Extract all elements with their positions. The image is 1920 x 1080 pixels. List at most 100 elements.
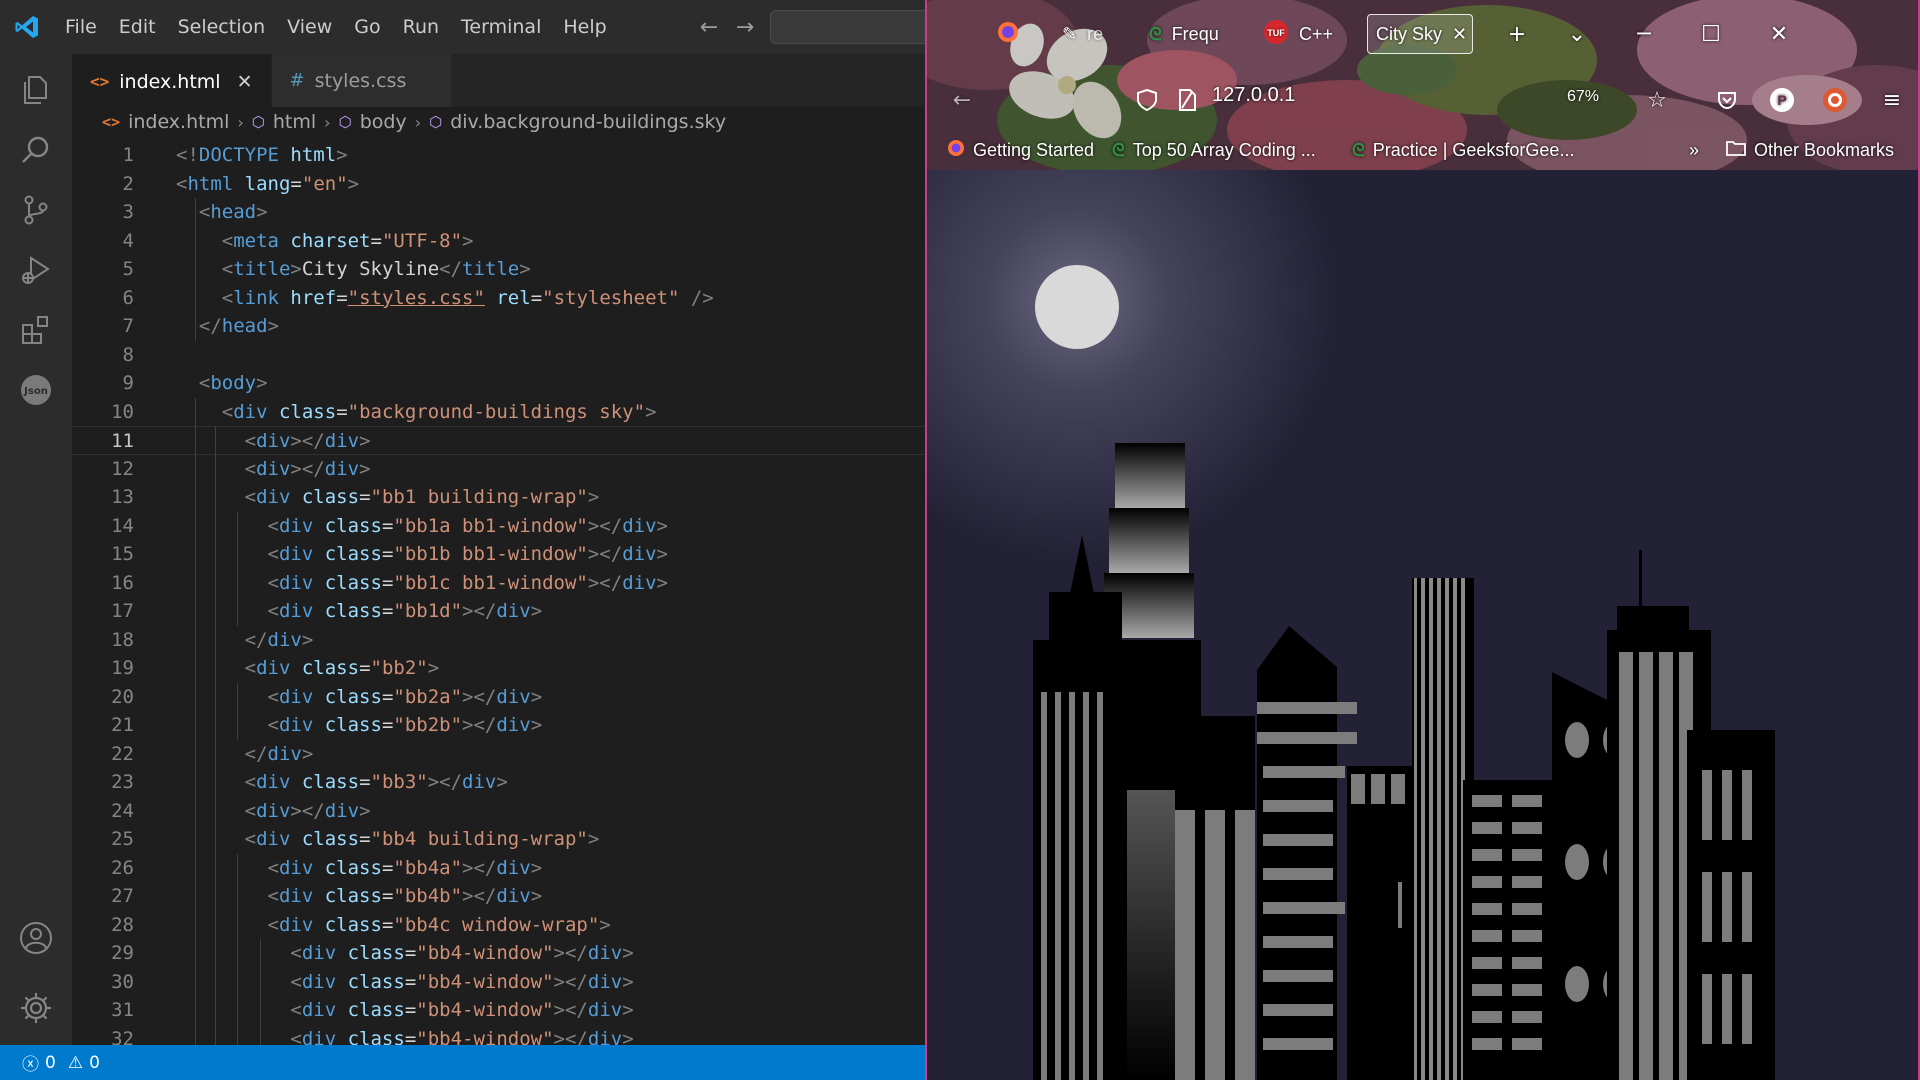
- bookmark-top-50-array[interactable]: ᘓ Top 50 Array Coding ...: [1112, 134, 1316, 166]
- code-line[interactable]: 13 <div class="bb1 building-wrap">: [72, 483, 925, 512]
- breadcrumb-item[interactable]: div.background-buildings.sky: [450, 111, 726, 133]
- code-line[interactable]: 25 <div class="bb4 building-wrap">: [72, 825, 925, 854]
- line-number: 3: [122, 201, 134, 223]
- command-center-search[interactable]: [770, 10, 925, 44]
- symbol-element-icon: ⬡: [429, 113, 443, 131]
- menu-item-view[interactable]: View: [276, 0, 343, 54]
- code-line[interactable]: 11 <div></div>: [72, 426, 925, 455]
- new-tab-button[interactable]: +: [1497, 14, 1537, 54]
- back-arrow-icon[interactable]: ←: [942, 80, 982, 120]
- code-line[interactable]: 21 <div class="bb2b"></div>: [72, 711, 925, 740]
- code-line[interactable]: 5 <title>City Skyline</title>: [72, 255, 925, 284]
- error-icon[interactable]: ⓧ: [22, 1050, 39, 1075]
- browser-tab-active[interactable]: City Sky ✕: [1367, 14, 1473, 54]
- settings-gear-icon[interactable]: [0, 972, 72, 1044]
- menu-item-help[interactable]: Help: [552, 0, 617, 54]
- code-line[interactable]: 3 <head>: [72, 198, 925, 227]
- code-line[interactable]: 26 <div class="bb4a"></div>: [72, 854, 925, 883]
- line-number: 21: [111, 714, 134, 736]
- tab-index-html[interactable]: <> index.html ✕: [72, 54, 272, 107]
- tab-styles-css[interactable]: # styles.css: [271, 54, 452, 107]
- menu-item-selection[interactable]: Selection: [167, 0, 277, 54]
- back-arrow-icon[interactable]: ←: [696, 15, 722, 40]
- code-line[interactable]: 31 <div class="bb4-window"></div>: [72, 996, 925, 1025]
- code-text: <div class="bb4-window"></div>: [290, 942, 634, 964]
- close-tab-icon[interactable]: ✕: [1452, 24, 1467, 45]
- code-line[interactable]: 9 <body>: [72, 369, 925, 398]
- bookmark-practice-gfg[interactable]: ᘓ Practice | GeeksforGee...: [1352, 134, 1574, 166]
- code-line[interactable]: 18 </div>: [72, 626, 925, 655]
- breadcrumb-item[interactable]: index.html: [128, 111, 229, 133]
- code-line[interactable]: 15 <div class="bb1b bb1-window"></div>: [72, 540, 925, 569]
- more-bookmarks-chevron-icon[interactable]: »: [1689, 134, 1699, 166]
- code-line[interactable]: 16 <div class="bb1c bb1-window"></div>: [72, 569, 925, 598]
- code-line[interactable]: 19 <div class="bb2">: [72, 654, 925, 683]
- breadcrumb-item[interactable]: html: [273, 111, 316, 133]
- menu-item-run[interactable]: Run: [392, 0, 450, 54]
- code-text: <meta charset="UTF-8">: [221, 229, 474, 252]
- code-line[interactable]: 23 <div class="bb3"></div>: [72, 768, 925, 797]
- code-line[interactable]: 2 <html lang="en">: [72, 170, 925, 199]
- maximize-icon[interactable]: ☐: [1691, 14, 1731, 54]
- pocket-icon[interactable]: [1707, 80, 1747, 120]
- other-bookmarks-folder[interactable]: Other Bookmarks: [1726, 134, 1894, 166]
- minimize-icon[interactable]: ─: [1624, 14, 1664, 54]
- code-line[interactable]: 14 <div class="bb1a bb1-window"></div>: [72, 512, 925, 541]
- list-all-tabs-chevron-icon[interactable]: ⌄: [1557, 14, 1597, 54]
- zoom-level[interactable]: 67%: [1567, 88, 1599, 106]
- code-text: </div>: [244, 742, 314, 765]
- warning-icon[interactable]: ⚠: [68, 1053, 83, 1073]
- code-line[interactable]: 28 <div class="bb4c window-wrap">: [72, 911, 925, 940]
- code-line[interactable]: 27 <div class="bb4b"></div>: [72, 882, 925, 911]
- html-file-icon: <>: [90, 72, 110, 91]
- menu-item-edit[interactable]: Edit: [108, 0, 167, 54]
- close-window-icon[interactable]: ✕: [1759, 14, 1799, 54]
- code-text: <div class="background-buildings sky">: [221, 400, 657, 423]
- breadcrumb-item[interactable]: body: [360, 111, 407, 133]
- bookmark-getting-started[interactable]: Getting Started: [947, 134, 1094, 166]
- browser-tab[interactable]: ✎ re: [1062, 14, 1128, 54]
- warning-count[interactable]: 0: [89, 1053, 100, 1073]
- code-line[interactable]: 17 <div class="bb1d"></div>: [72, 597, 925, 626]
- shield-icon[interactable]: [1127, 80, 1167, 120]
- profile-avatar-icon[interactable]: P: [1762, 80, 1802, 120]
- browser-tab[interactable]: ᘓ Frequ: [1149, 14, 1239, 54]
- code-line[interactable]: 1 <!DOCTYPE html>: [72, 141, 925, 170]
- code-line[interactable]: 30 <div class="bb4-window"></div>: [72, 968, 925, 997]
- hamburger-menu-icon[interactable]: ≡: [1872, 80, 1912, 120]
- code-text: </head>: [198, 315, 279, 337]
- menu-item-go[interactable]: Go: [343, 0, 391, 54]
- code-line[interactable]: 20 <div class="bb2a"></div>: [72, 683, 925, 712]
- url-bar[interactable]: 127.0.0.1: [1212, 84, 1295, 107]
- duckduckgo-icon[interactable]: [1815, 80, 1855, 120]
- tab-title: Frequ: [1171, 23, 1219, 44]
- browser-tab[interactable]: [997, 14, 1053, 54]
- account-icon[interactable]: [0, 902, 72, 974]
- code-editor[interactable]: 1 <!DOCTYPE html> 2 <html lang="en"> 3 <head…: [72, 141, 925, 1045]
- symbol-element-icon: ⬡: [338, 113, 352, 131]
- page-icon[interactable]: [1167, 80, 1207, 120]
- json-extension-icon[interactable]: Json: [0, 354, 72, 426]
- close-tab-icon[interactable]: ✕: [237, 71, 253, 93]
- code-line[interactable]: 22 </div>: [72, 740, 925, 769]
- browser-tab[interactable]: TUF C++: [1263, 14, 1353, 54]
- code-line[interactable]: 4 <meta charset="UTF-8">: [72, 227, 925, 256]
- firefox-icon: [947, 139, 965, 162]
- error-count[interactable]: 0: [45, 1053, 56, 1073]
- menu-item-file[interactable]: File: [54, 0, 108, 54]
- html-file-icon: <>: [102, 113, 121, 131]
- code-line[interactable]: 8: [72, 341, 925, 370]
- code-text: <div class="bb1c bb1-window"></div>: [267, 571, 668, 594]
- forward-arrow-icon[interactable]: →: [732, 15, 758, 40]
- code-line[interactable]: 10 <div class="background-buildings sky"…: [72, 398, 925, 427]
- line-number: 31: [111, 999, 134, 1021]
- code-line[interactable]: 7 </head>: [72, 312, 925, 341]
- code-line[interactable]: 29 <div class="bb4-window"></div>: [72, 939, 925, 968]
- code-line[interactable]: 24 <div></div>: [72, 797, 925, 826]
- code-line[interactable]: 6 <link href="styles.css" rel="styleshee…: [72, 284, 925, 313]
- bookmark-star-icon[interactable]: ☆: [1637, 80, 1677, 120]
- menu-item-terminal[interactable]: Terminal: [450, 0, 552, 54]
- code-line[interactable]: 32 <div class="bb4-window"></div>: [72, 1025, 925, 1046]
- code-text: </div>: [244, 628, 314, 651]
- code-line[interactable]: 12 <div></div>: [72, 455, 925, 484]
